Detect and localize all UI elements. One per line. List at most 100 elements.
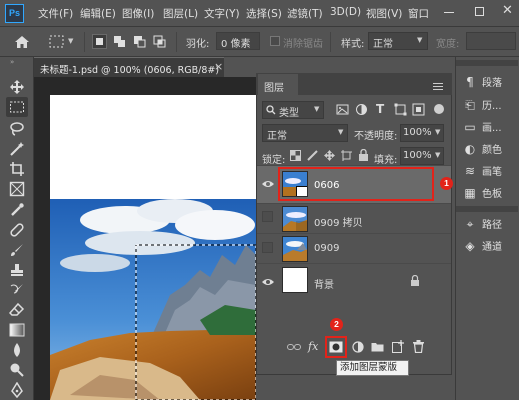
menu-file[interactable]: 文件(F) xyxy=(38,6,73,21)
clone-stamp-tool-icon[interactable] xyxy=(9,262,25,278)
document-tab[interactable]: 未标题-1.psd @ 100% (0606, RGB/8#) xyxy=(34,57,224,77)
panel-menu-icon[interactable] xyxy=(433,83,443,84)
menu-view[interactable]: 视图(V) xyxy=(366,6,402,21)
artboard-icon: ▭ xyxy=(464,120,476,134)
dock-artboard[interactable]: ▭ 画... xyxy=(462,119,501,135)
layers-empty-space xyxy=(257,293,451,333)
minimize-icon[interactable] xyxy=(444,12,454,13)
rect-marquee-preset-icon[interactable] xyxy=(48,34,66,50)
menu-image[interactable]: 图像(I) xyxy=(122,6,154,21)
menu-3d[interactable]: 3D(D) xyxy=(330,6,361,18)
width-label: 宽度: xyxy=(436,39,460,50)
blur-tool-icon[interactable] xyxy=(9,342,25,358)
layer-thumbnail xyxy=(282,206,308,232)
dock-brush[interactable]: ≋ 画笔 xyxy=(462,163,502,179)
dock-swatches[interactable]: ▦ 色板 xyxy=(462,185,502,201)
close-window-icon[interactable]: ✕ xyxy=(502,3,513,18)
layer-name-0909-copy[interactable]: 0909 拷贝 xyxy=(314,214,363,229)
lock-pixels-icon[interactable] xyxy=(307,150,318,161)
preset-dropdown-icon[interactable]: ▼ xyxy=(68,37,73,45)
new-selection-icon[interactable] xyxy=(92,34,107,49)
filter-pixel-icon[interactable] xyxy=(336,103,349,116)
opacity-value: 100% xyxy=(403,127,432,138)
width-input[interactable] xyxy=(466,32,516,50)
layer-filter-value: 类型 xyxy=(279,108,299,119)
lasso-tool-icon[interactable] xyxy=(9,121,25,137)
landscape-photo xyxy=(50,199,256,400)
visibility-eye-icon[interactable] xyxy=(262,179,274,189)
dock-color[interactable]: ◐ 颜色 xyxy=(462,141,502,157)
dock-paths[interactable]: ⌖ 路径 xyxy=(462,216,502,232)
crop-tool-icon[interactable] xyxy=(9,161,25,177)
move-tool-icon[interactable] xyxy=(9,79,25,95)
add-layer-mask-icon[interactable] xyxy=(329,340,343,354)
new-group-icon[interactable] xyxy=(371,341,384,352)
menu-window[interactable]: 窗口 xyxy=(408,6,429,21)
home-icon[interactable] xyxy=(14,35,30,49)
magic-wand-tool-icon[interactable] xyxy=(9,141,25,157)
close-document-icon[interactable]: × xyxy=(214,60,223,73)
eyedropper-tool-icon[interactable] xyxy=(9,202,25,218)
history-brush-tool-icon[interactable] xyxy=(9,282,25,298)
healing-brush-tool-icon[interactable] xyxy=(9,222,25,238)
layer-name-0909[interactable]: 0909 xyxy=(314,243,339,254)
layer-name-0606[interactable]: 0606 xyxy=(314,180,339,191)
lock-all-icon[interactable] xyxy=(358,149,369,161)
opacity-label: 不透明度: xyxy=(354,131,398,142)
blend-mode-value: 正常 xyxy=(267,131,287,142)
chevron-down-icon: ▼ xyxy=(338,128,344,136)
step-badge-1: 1 xyxy=(440,177,453,190)
frame-tool-icon[interactable] xyxy=(9,181,25,197)
filter-type-icon[interactable]: T xyxy=(376,102,384,116)
lock-artboard-icon[interactable] xyxy=(341,150,352,161)
dodge-tool-icon[interactable] xyxy=(9,362,25,378)
intersect-selection-icon[interactable] xyxy=(152,34,167,49)
layer-thumbnail xyxy=(282,171,308,197)
layers-tab-label: 图层 xyxy=(264,83,284,94)
swatches-icon: ▦ xyxy=(464,186,476,200)
link-layers-icon[interactable] xyxy=(287,342,301,352)
rectangular-marquee-tool-icon[interactable] xyxy=(9,99,25,115)
document-tab-title: 未标题-1.psd @ 100% (0606, RGB/8#) xyxy=(40,65,220,76)
gradient-tool-icon[interactable] xyxy=(9,322,25,338)
visibility-toggle-empty[interactable] xyxy=(262,242,273,253)
maximize-icon[interactable] xyxy=(475,7,484,16)
filter-shape-icon[interactable] xyxy=(394,103,407,116)
fill-label: 填充: xyxy=(374,155,398,166)
fx-icon[interactable]: fx xyxy=(308,340,318,353)
lock-transparency-icon[interactable] xyxy=(290,150,301,161)
add-to-selection-icon[interactable] xyxy=(112,34,127,49)
menu-type[interactable]: 文字(Y) xyxy=(204,6,240,21)
filter-smart-object-icon[interactable] xyxy=(412,103,425,116)
visibility-eye-icon[interactable] xyxy=(262,277,274,287)
antialias-checkbox[interactable] xyxy=(270,36,280,46)
menu-layer[interactable]: 图层(L) xyxy=(163,6,198,21)
dock-paragraph[interactable]: ¶ 段落 xyxy=(462,74,502,90)
document-canvas[interactable] xyxy=(50,95,256,400)
subtract-selection-icon[interactable] xyxy=(132,34,147,49)
paths-icon: ⌖ xyxy=(466,217,474,231)
pen-tool-icon[interactable] xyxy=(9,382,25,398)
filter-toggle-icon[interactable] xyxy=(434,104,444,114)
dock-channels[interactable]: ◈ 通道 xyxy=(462,238,502,254)
brush-tool-icon[interactable] xyxy=(9,242,25,258)
dock-history[interactable]: ⎗ 历... xyxy=(462,97,501,113)
menu-edit[interactable]: 编辑(E) xyxy=(80,6,116,21)
paragraph-icon: ¶ xyxy=(466,75,474,89)
menu-filter[interactable]: 滤镜(T) xyxy=(287,6,323,21)
menu-select[interactable]: 选择(S) xyxy=(246,6,282,21)
search-icon xyxy=(266,105,276,115)
lock-icon xyxy=(411,275,419,286)
new-layer-icon[interactable] xyxy=(392,340,404,353)
eraser-tool-icon[interactable] xyxy=(9,302,25,318)
lock-label: 锁定: xyxy=(262,155,286,166)
lock-position-icon[interactable] xyxy=(324,150,335,161)
new-adjustment-layer-icon[interactable] xyxy=(352,341,364,353)
brush-settings-icon: ≋ xyxy=(464,164,476,178)
filter-adjustment-icon[interactable] xyxy=(355,103,368,116)
antialias-label: 消除锯齿 xyxy=(283,39,323,50)
layer-name-background[interactable]: 背景 xyxy=(314,276,334,291)
delete-layer-icon[interactable] xyxy=(413,340,424,353)
collapse-toolbar-icon[interactable]: » xyxy=(10,58,14,66)
visibility-toggle-empty[interactable] xyxy=(262,211,273,222)
